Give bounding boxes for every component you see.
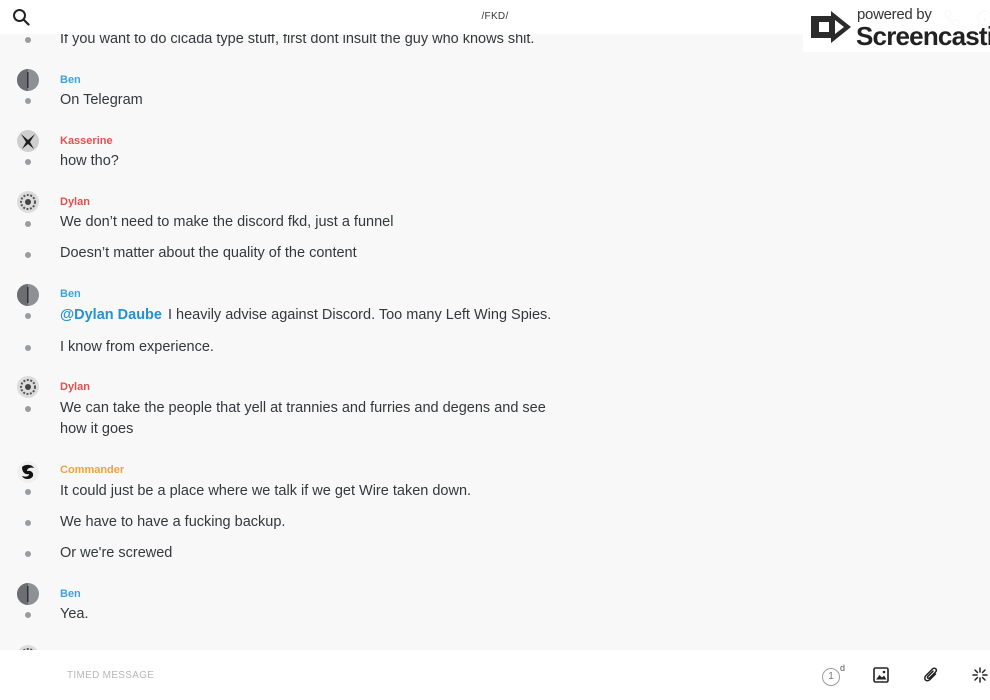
user-mention[interactable]: @Dylan Daube [60, 307, 162, 323]
message-text: We don’t need to make the discord fkd, j… [60, 214, 394, 230]
message-text: It could just be a place where we talk i… [60, 483, 472, 499]
avatar[interactable] [17, 461, 39, 483]
message-text: We have to have a fucking backup. [60, 514, 286, 530]
image-icon[interactable] [873, 667, 889, 683]
message-text: @Dylan Daube I heavily advise against Dis… [60, 305, 560, 326]
message-composer: TIMED MESSAGE 1 d [0, 650, 990, 700]
message-text: Doesn’t matter about the quality of the … [60, 245, 357, 261]
message-sender[interactable]: Ben [60, 588, 81, 600]
message-dot [25, 313, 31, 319]
message-dot [25, 37, 31, 43]
message-input[interactable]: TIMED MESSAGE [67, 670, 154, 681]
message-list[interactable]: If you want to do cicada type stuff, fir… [0, 34, 990, 650]
message-dot [25, 221, 31, 227]
avatar[interactable] [17, 69, 39, 91]
message-text: I know from experience. [60, 339, 214, 355]
message-dot [25, 159, 31, 165]
message-text: how tho? [60, 153, 119, 169]
message-text: On Telegram [60, 92, 143, 108]
message-sender[interactable]: Ben [60, 288, 81, 300]
paperclip-icon[interactable] [923, 666, 939, 684]
avatar[interactable] [17, 130, 39, 152]
message-sender[interactable]: Dylan [60, 196, 90, 208]
message-dot [25, 489, 31, 495]
avatar[interactable] [17, 191, 39, 213]
timer-value: 1 [822, 668, 840, 686]
avatar[interactable] [17, 583, 39, 605]
message-dot [25, 98, 31, 104]
message-text: If you want to do cicada type stuff, fir… [60, 34, 535, 47]
avatar[interactable] [17, 376, 39, 398]
message-sender[interactable]: Ben [60, 74, 81, 86]
message-dot [25, 612, 31, 618]
message-text: Yea. [60, 606, 89, 622]
message-dot [25, 406, 31, 412]
message-sender[interactable]: Kasserine [60, 135, 113, 147]
timer-unit: d [840, 663, 846, 673]
message-text: Or we're screwed [60, 545, 173, 561]
ping-icon[interactable] [972, 667, 988, 683]
message-dot [25, 345, 31, 351]
message-dot [25, 551, 31, 557]
message-sender[interactable]: Commander [60, 464, 124, 476]
message-sender[interactable]: Dylan [60, 381, 90, 393]
message-dot [25, 252, 31, 258]
avatar[interactable] [17, 284, 39, 306]
message-text-body: I heavily advise against Discord. Too ma… [167, 307, 552, 323]
message-text: We can take the people that yell at tran… [60, 400, 546, 437]
message-dot [25, 520, 31, 526]
timed-message-button[interactable]: 1 d [822, 663, 848, 688]
